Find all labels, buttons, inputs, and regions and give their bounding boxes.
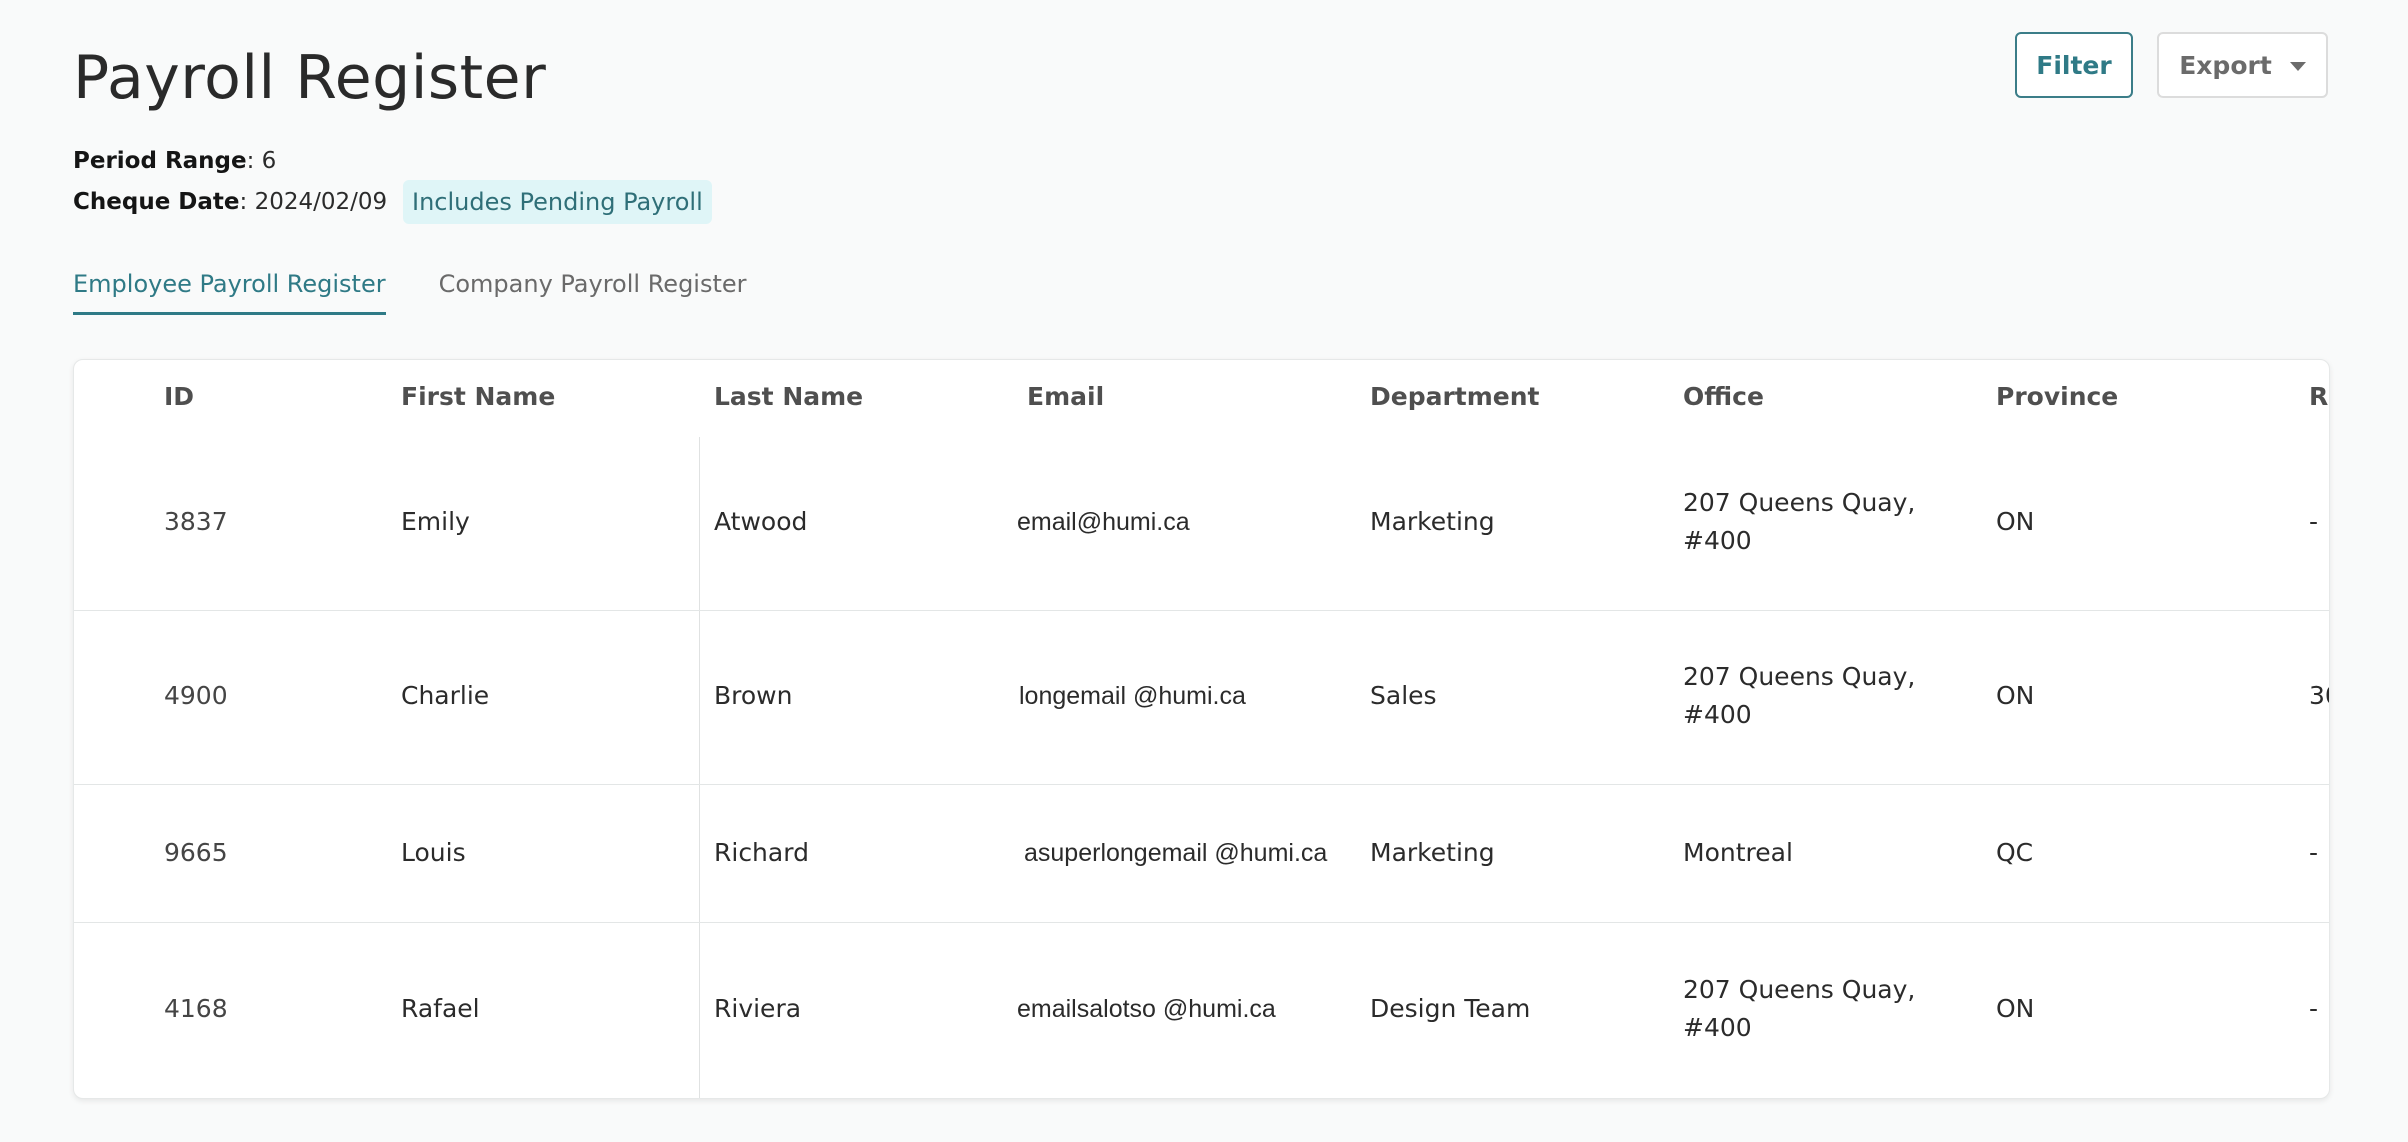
pending-payroll-badge: Includes Pending Payroll [403,180,712,224]
cell-province: ON [1996,681,2035,710]
cell-office-line2: #400 [1683,1013,1752,1042]
cell-office-line1: 207 Queens Quay, [1683,662,1916,691]
tab-company-payroll-register[interactable]: Company Payroll Register [439,270,747,315]
cell-office-line2: #400 [1683,526,1752,555]
column-header-truncated[interactable]: R [2309,378,2328,416]
cell-last-name: Richard [714,838,809,867]
cell-email: longemail @humi.ca [1019,682,1246,710]
cell-id: 4900 [164,681,228,710]
cell-office-line1: 207 Queens Quay, [1683,975,1916,1004]
filter-button-label: Filter [2036,50,2112,80]
column-header-email[interactable]: Email [1027,378,1104,416]
period-range: Period Range: 6 [73,146,276,176]
cell-first-name: Louis [401,838,466,867]
cell-extra: - [2309,838,2319,867]
payroll-table: ID First Name Last Name Email Department… [73,359,2330,1099]
cell-province: ON [1996,507,2035,536]
period-range-label: Period Range [73,148,247,174]
tab-employee-payroll-register[interactable]: Employee Payroll Register [73,270,386,315]
cell-email: email@humi.ca [1017,508,1190,536]
cell-last-name: Atwood [714,507,808,536]
cell-first-name: Charlie [401,681,490,710]
cell-first-name: Emily [401,507,470,536]
page-title: Payroll Register [73,43,547,113]
cheque-date: Cheque Date: 2024/02/09 [73,187,387,217]
chevron-down-icon [2289,61,2306,71]
payroll-register-page: Payroll Register Filter Export Period Ra… [0,0,2408,1142]
cell-province: QC [1996,838,2034,867]
cell-email: asuperlongemail @humi.ca [1024,839,1328,867]
filter-button[interactable]: Filter [2015,32,2133,98]
cell-first-name: Rafael [401,994,480,1023]
cell-department: Marketing [1370,507,1495,536]
cell-extra: 30 [2309,681,2329,710]
row-divider [74,784,2329,785]
register-tabs: Employee Payroll Register Company Payrol… [73,270,747,315]
column-header-department[interactable]: Department [1370,378,1540,416]
cell-last-name: Riviera [714,994,802,1023]
period-range-value: : 6 [246,148,277,174]
cell-last-name: Brown [714,681,793,710]
cell-extra: - [2309,507,2319,536]
column-divider [699,437,700,1098]
cell-email: emailsalotso @humi.ca [1017,995,1276,1023]
cell-id: 4168 [164,994,228,1023]
cell-department: Sales [1370,681,1437,710]
row-divider [74,610,2329,611]
column-header-province[interactable]: Province [1996,378,2118,416]
cheque-date-value: : 2024/02/09 [239,189,388,215]
column-header-office[interactable]: Office [1683,378,1764,416]
cell-id: 9665 [164,838,228,867]
export-button[interactable]: Export [2157,32,2328,98]
cell-extra: - [2309,994,2319,1023]
cell-department: Marketing [1370,838,1495,867]
column-header-first-name[interactable]: First Name [401,378,555,416]
cheque-date-label: Cheque Date [73,189,240,215]
row-divider [74,922,2329,923]
column-header-id[interactable]: ID [164,378,194,416]
cell-office-line1: Montreal [1683,838,1793,867]
cell-office-line2: #400 [1683,700,1752,729]
cell-department: Design Team [1370,994,1531,1023]
export-button-label: Export [2179,50,2272,80]
cell-office-line1: 207 Queens Quay, [1683,488,1916,517]
cell-id: 3837 [164,507,228,536]
cell-province: ON [1996,994,2035,1023]
column-header-last-name[interactable]: Last Name [714,378,863,416]
